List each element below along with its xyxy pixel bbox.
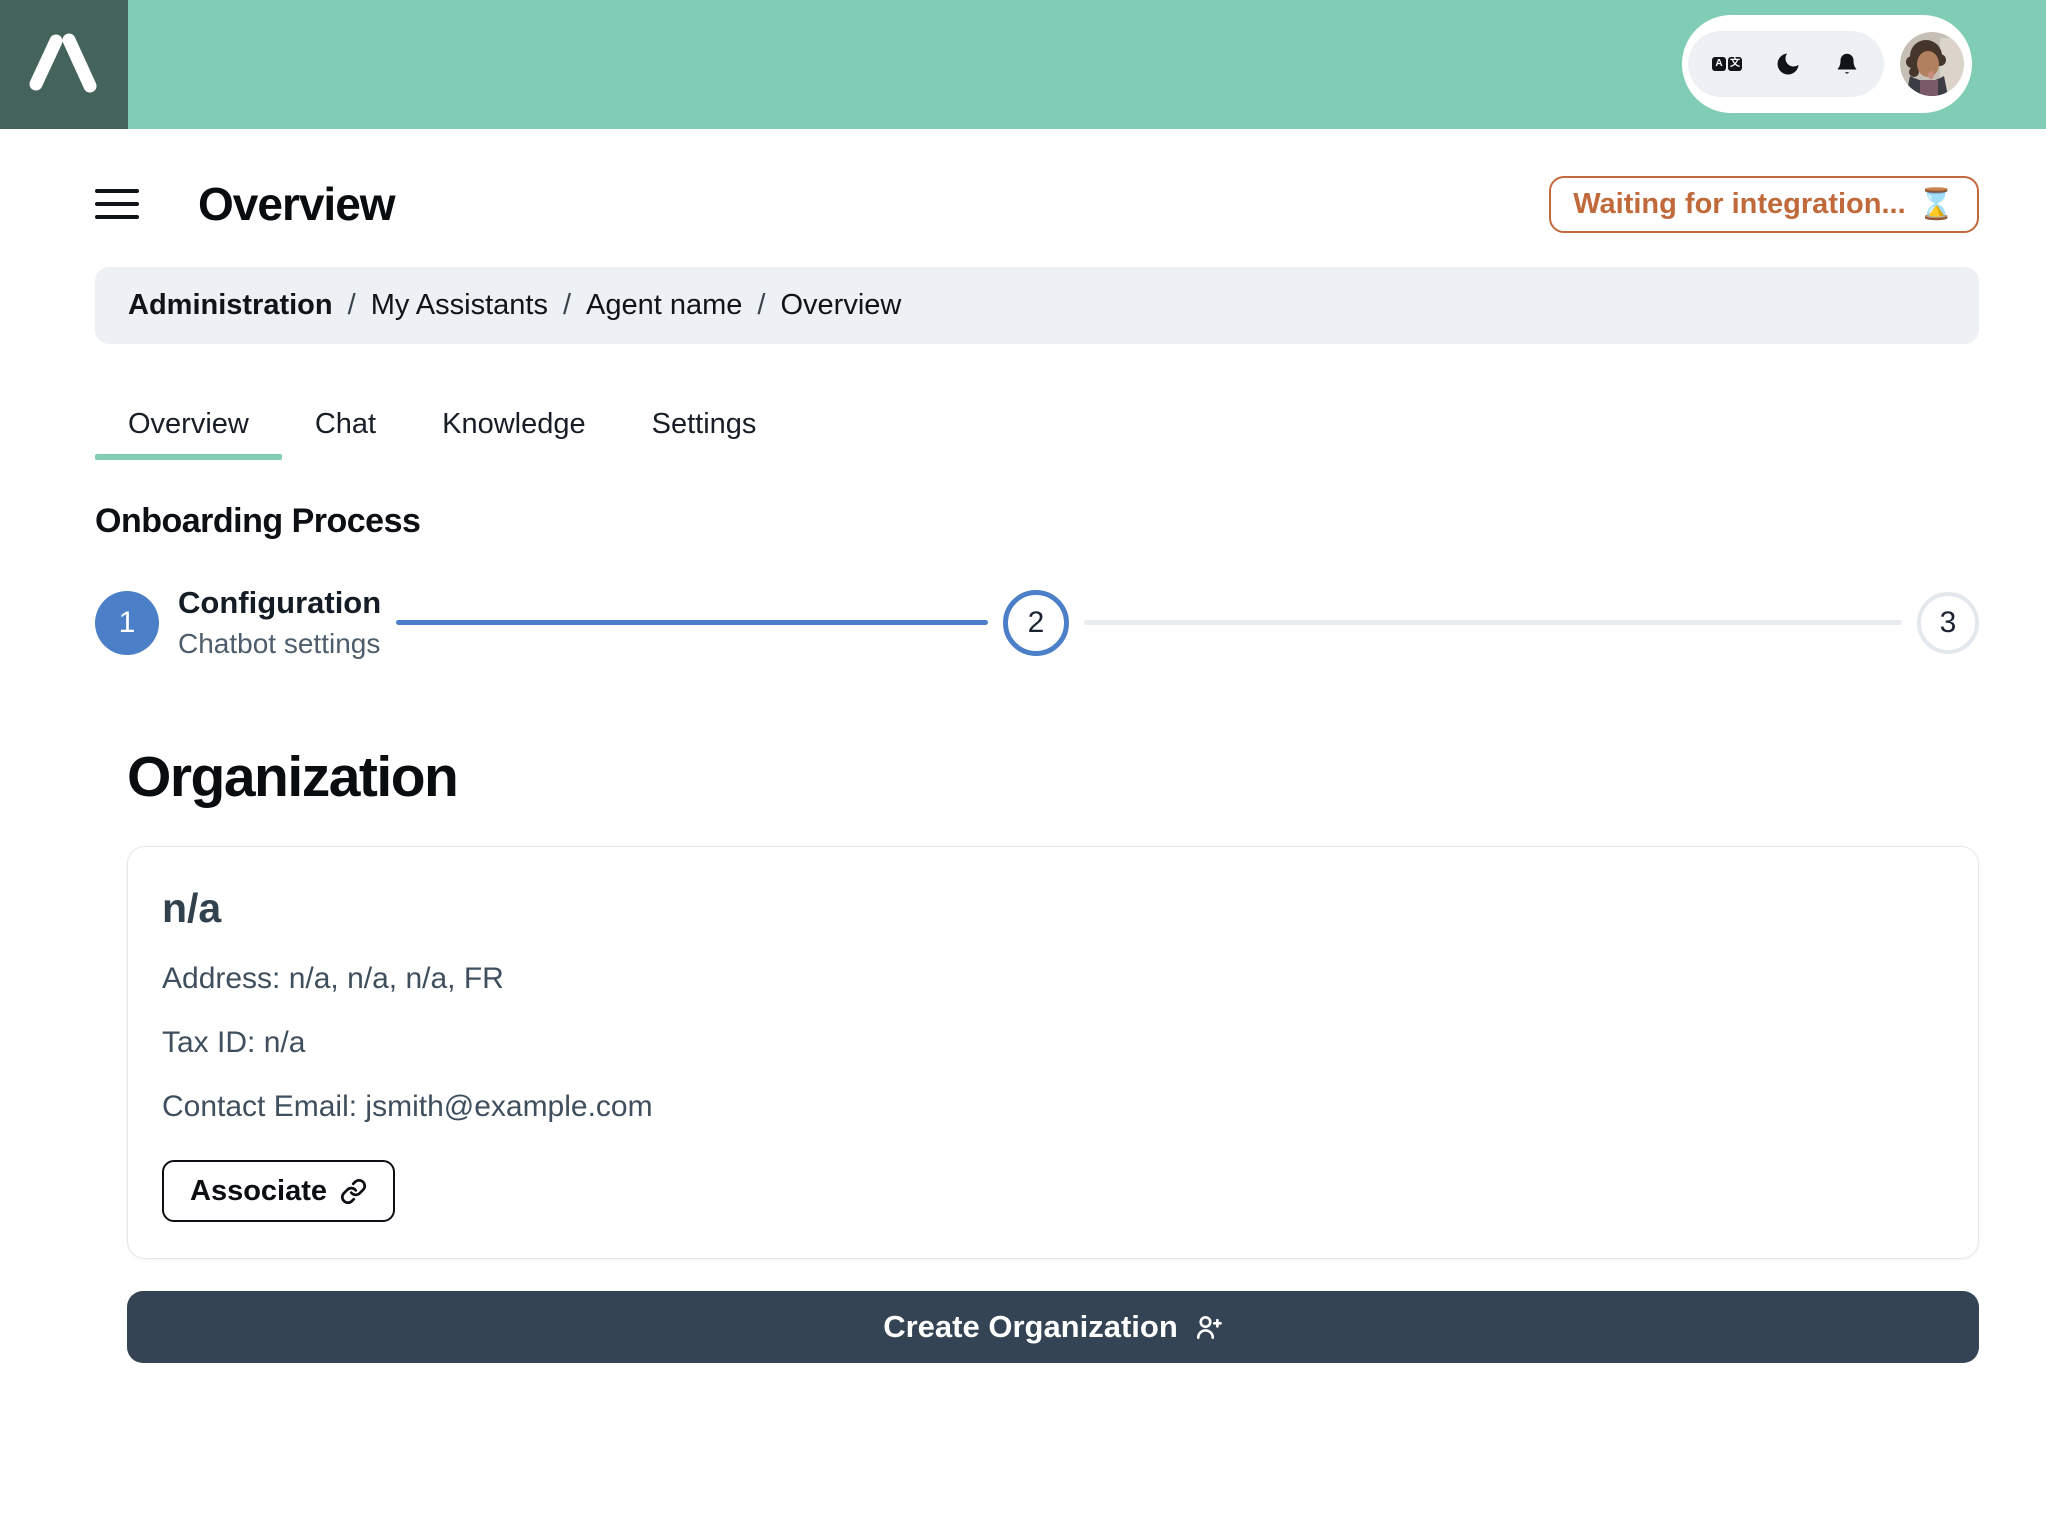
hourglass-icon: ⌛ (1917, 187, 1955, 221)
step-1-circle[interactable]: 1 (95, 590, 159, 655)
menu-button[interactable] (95, 189, 141, 219)
onboarding-stepper: 1 Configuration Chatbot settings 2 3 (95, 585, 1979, 660)
breadcrumb-item-administration[interactable]: Administration (128, 289, 333, 322)
breadcrumb: Administration / My Assistants / Agent n… (95, 267, 1979, 344)
onboarding-process-title: Onboarding Process (95, 502, 421, 540)
organization-name: n/a (162, 885, 222, 931)
organization-address: Address: n/a, n/a, n/a, FR (162, 962, 504, 995)
topbar-actions: A 文 (1682, 15, 1972, 113)
breadcrumb-separator: / (562, 289, 572, 321)
breadcrumb-item-overview[interactable]: Overview (780, 289, 901, 322)
status-badge-label: Waiting for integration... (1573, 187, 1906, 220)
step-1-sublabel: Chatbot settings (178, 628, 381, 659)
page-header-row: Overview Waiting for integration... ⌛ (95, 165, 1979, 243)
organization-contact-email: Contact Email: jsmith@example.com (162, 1090, 653, 1123)
step-1-text: Configuration Chatbot settings (178, 585, 381, 660)
associate-button-label: Associate (190, 1174, 328, 1207)
app-logo[interactable] (0, 0, 128, 129)
tab-knowledge[interactable]: Knowledge (409, 388, 619, 460)
organization-card: n/a Address: n/a, n/a, n/a, FR Tax ID: n… (127, 846, 1979, 1259)
notifications-bell-icon[interactable] (1834, 51, 1860, 77)
tab-bar: Overview Chat Knowledge Settings (95, 388, 1979, 460)
main-content: Overview Waiting for integration... ⌛ Ad… (0, 165, 2046, 1363)
status-badge[interactable]: Waiting for integration... ⌛ (1549, 175, 1979, 233)
step-connector-upcoming (1084, 620, 1902, 625)
logo-icon (29, 33, 97, 93)
step-1-label: Configuration (178, 585, 382, 620)
breadcrumb-item-my-assistants[interactable]: My Assistants (371, 289, 548, 322)
create-organization-button[interactable]: Create Organization (127, 1291, 1979, 1363)
tab-settings[interactable]: Settings (619, 388, 790, 460)
tab-chat[interactable]: Chat (282, 388, 409, 460)
tab-overview[interactable]: Overview (95, 388, 282, 460)
link-icon (341, 1178, 367, 1204)
step-connector-active (396, 620, 989, 625)
organization-section: Organization n/a Address: n/a, n/a, n/a,… (127, 744, 1979, 1363)
breadcrumb-item-agent-name[interactable]: Agent name (586, 289, 742, 322)
page-title: Overview (198, 178, 396, 230)
translate-letter-a: A (1712, 57, 1726, 71)
user-avatar[interactable] (1900, 32, 1964, 96)
step-3-circle[interactable]: 3 (1917, 591, 1979, 654)
translate-icon[interactable]: A 文 (1712, 57, 1742, 71)
associate-button[interactable]: Associate (162, 1160, 396, 1222)
translate-letter-lang: 文 (1728, 57, 1742, 71)
user-plus-icon (1196, 1315, 1222, 1339)
breadcrumb-separator: / (347, 289, 356, 321)
app-header: A 文 (0, 0, 2046, 129)
dark-mode-moon-icon[interactable] (1774, 50, 1802, 78)
organization-title: Organization (127, 745, 459, 809)
breadcrumb-separator: / (757, 289, 766, 321)
quick-actions-pill: A 文 (1688, 31, 1884, 97)
create-organization-label: Create Organization (883, 1309, 1178, 1344)
step-2-circle[interactable]: 2 (1003, 589, 1070, 656)
organization-tax-id: Tax ID: n/a (162, 1026, 306, 1059)
